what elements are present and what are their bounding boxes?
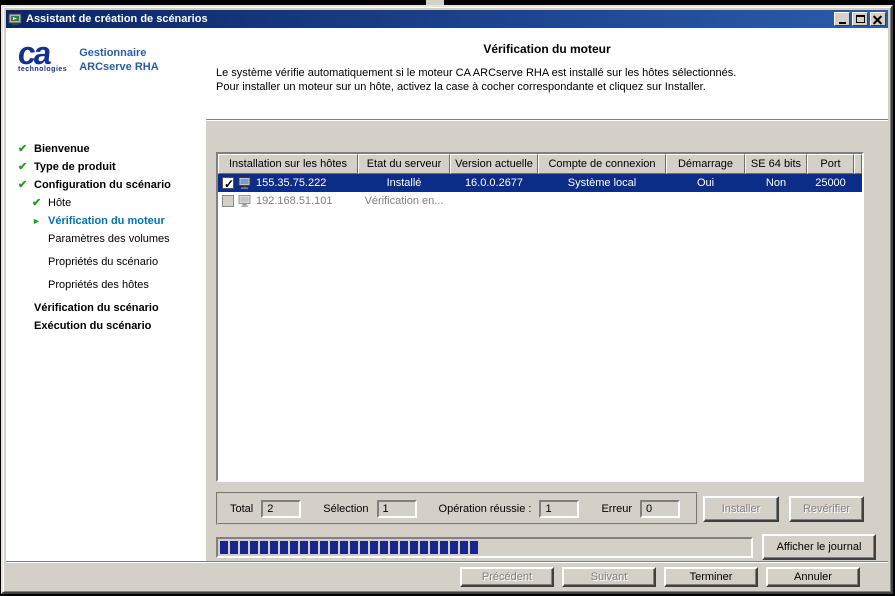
- step-hote: Hôte: [6, 194, 206, 211]
- total-label: Total: [230, 502, 254, 515]
- product-line-2: ARCserve RHA: [79, 61, 159, 73]
- table-header: Installation sur les hôtes Etat du serve…: [218, 154, 862, 174]
- step-execution-du-scenario: Exécution du scénario: [34, 319, 152, 332]
- column-header-filler: [854, 154, 862, 174]
- ca-logo-mark: ca: [16, 35, 52, 71]
- cancel-button[interactable]: Annuler: [766, 567, 860, 587]
- column-header-version[interactable]: Version actuelle: [450, 154, 538, 174]
- footer: Précédent Suivant Terminer Annuler: [6, 561, 888, 589]
- product-line-1: Gestionnaire: [79, 47, 147, 59]
- minimize-button[interactable]: [834, 12, 850, 26]
- host-row-2[interactable]: 192.168.51.101 Vérification en...: [218, 192, 862, 210]
- step-proprietes-des-hotes: Propriétés des hôtes: [48, 278, 149, 291]
- description-line-1: Le système vérifie automatiquement si le…: [216, 67, 737, 79]
- brand-block: ca technologies Gestionnaire ARCserve RH…: [16, 35, 159, 74]
- page-description: Le système vérifie automatiquement si le…: [216, 66, 888, 94]
- check-icon: [18, 178, 34, 191]
- window-controls: [832, 12, 886, 26]
- step-proprietes-du-scenario: Propriétés du scénario: [48, 255, 159, 268]
- step-verification-du-scenario: Vérification du scénario: [34, 301, 159, 314]
- column-header-port[interactable]: Port: [807, 154, 854, 174]
- computer-icon: [238, 176, 252, 190]
- footer-buttons: Précédent Suivant Terminer Annuler: [6, 563, 888, 587]
- host-cell: 155.35.75.222: [218, 174, 358, 192]
- next-button[interactable]: Suivant: [562, 567, 656, 587]
- column-header-demarrage[interactable]: Démarrage: [666, 154, 745, 174]
- titlebar[interactable]: Assistant de création de scénarios: [6, 10, 888, 28]
- maximize-icon: [855, 15, 865, 23]
- maximize-button[interactable]: [852, 12, 868, 26]
- wizard-sidebar: ca technologies Gestionnaire ARCserve RH…: [6, 28, 206, 561]
- wizard-main-panel: Vérification du moteur Le système vérifi…: [206, 28, 888, 561]
- cell-startup: [666, 192, 745, 210]
- reverify-button[interactable]: Revérifier: [789, 496, 864, 522]
- wizard-dialog: Assistant de création de scénarios ca te…: [1, 5, 893, 594]
- hosts-table: Installation sur les hôtes Etat du serve…: [216, 152, 864, 482]
- check-icon: [18, 142, 34, 155]
- total-field: 2: [261, 499, 302, 518]
- step-header: Vérification du moteur Le système vérifi…: [206, 28, 888, 120]
- app-icon: [8, 12, 22, 26]
- cell-startup: Oui: [696, 177, 715, 189]
- finish-button[interactable]: Terminer: [664, 567, 758, 587]
- host-address: 192.168.51.101: [256, 195, 333, 207]
- step-configuration-du-scenario: Configuration du scénario: [6, 176, 206, 193]
- current-step-arrow-icon: [32, 215, 48, 227]
- host-cell: 192.168.51.101: [218, 192, 358, 210]
- check-icon: [18, 160, 34, 173]
- selection-field: 1: [376, 499, 417, 518]
- summary-panel: Total 2 Sélection 1 Opération réussie : …: [216, 492, 698, 525]
- progress-bar: [216, 537, 753, 558]
- column-header-etat[interactable]: Etat du serveur: [358, 154, 450, 174]
- check-icon: [32, 196, 48, 209]
- column-header-compte[interactable]: Compte de connexion: [538, 154, 666, 174]
- previous-button[interactable]: Précédent: [460, 567, 554, 587]
- product-name: Gestionnaire ARCserve RHA: [79, 46, 158, 74]
- cell-os64: [745, 192, 807, 210]
- step-parametres-des-volumes: Paramètres des volumes: [48, 232, 170, 245]
- step-verification-du-moteur: Vérification du moteur: [6, 212, 206, 229]
- cell-account: [538, 192, 666, 210]
- error-field: 0: [640, 499, 681, 518]
- selection-label: Sélection: [323, 502, 369, 515]
- host-checkbox-unchecked[interactable]: [222, 195, 234, 207]
- minimize-icon: [838, 21, 846, 24]
- close-button[interactable]: [870, 12, 886, 26]
- cell-port: [807, 192, 854, 210]
- column-header-installation[interactable]: Installation sur les hôtes: [218, 154, 358, 174]
- column-header-se64[interactable]: SE 64 bits: [745, 154, 807, 174]
- progress-fill: [220, 541, 480, 554]
- error-label: Erreur: [601, 502, 633, 515]
- window-title: Assistant de création de scénarios: [26, 13, 208, 25]
- cell-account: Système local: [567, 177, 637, 189]
- close-icon: [873, 15, 883, 24]
- cell-status: Vérification en...: [364, 195, 444, 207]
- success-field: 1: [539, 499, 580, 518]
- show-log-button[interactable]: Afficher le journal: [762, 534, 876, 560]
- step-type-de-produit: Type de produit: [6, 158, 206, 175]
- success-label: Opération réussie :: [438, 502, 532, 515]
- install-button[interactable]: Installer: [703, 496, 779, 522]
- host-row-1[interactable]: 155.35.75.222 Installé 16.0.0.2677 Systè…: [218, 174, 862, 192]
- wizard-steps: Bienvenue Type de produit Configuration …: [6, 140, 206, 335]
- host-address: 155.35.75.222: [256, 177, 327, 189]
- page-title: Vérification du moteur: [483, 42, 611, 56]
- step-bienvenue: Bienvenue: [6, 140, 206, 157]
- description-line-2: Pour installer un moteur sur un hôte, ac…: [216, 81, 706, 93]
- cell-version: 16.0.0.2677: [464, 177, 524, 189]
- cell-os64: Non: [765, 177, 787, 189]
- host-checkbox-checked[interactable]: [222, 175, 234, 192]
- computer-icon: [238, 194, 252, 208]
- cell-status: Installé: [386, 177, 422, 189]
- cell-version: [450, 192, 538, 210]
- ca-logo: ca technologies: [16, 35, 67, 74]
- cell-port: 25000: [815, 177, 846, 189]
